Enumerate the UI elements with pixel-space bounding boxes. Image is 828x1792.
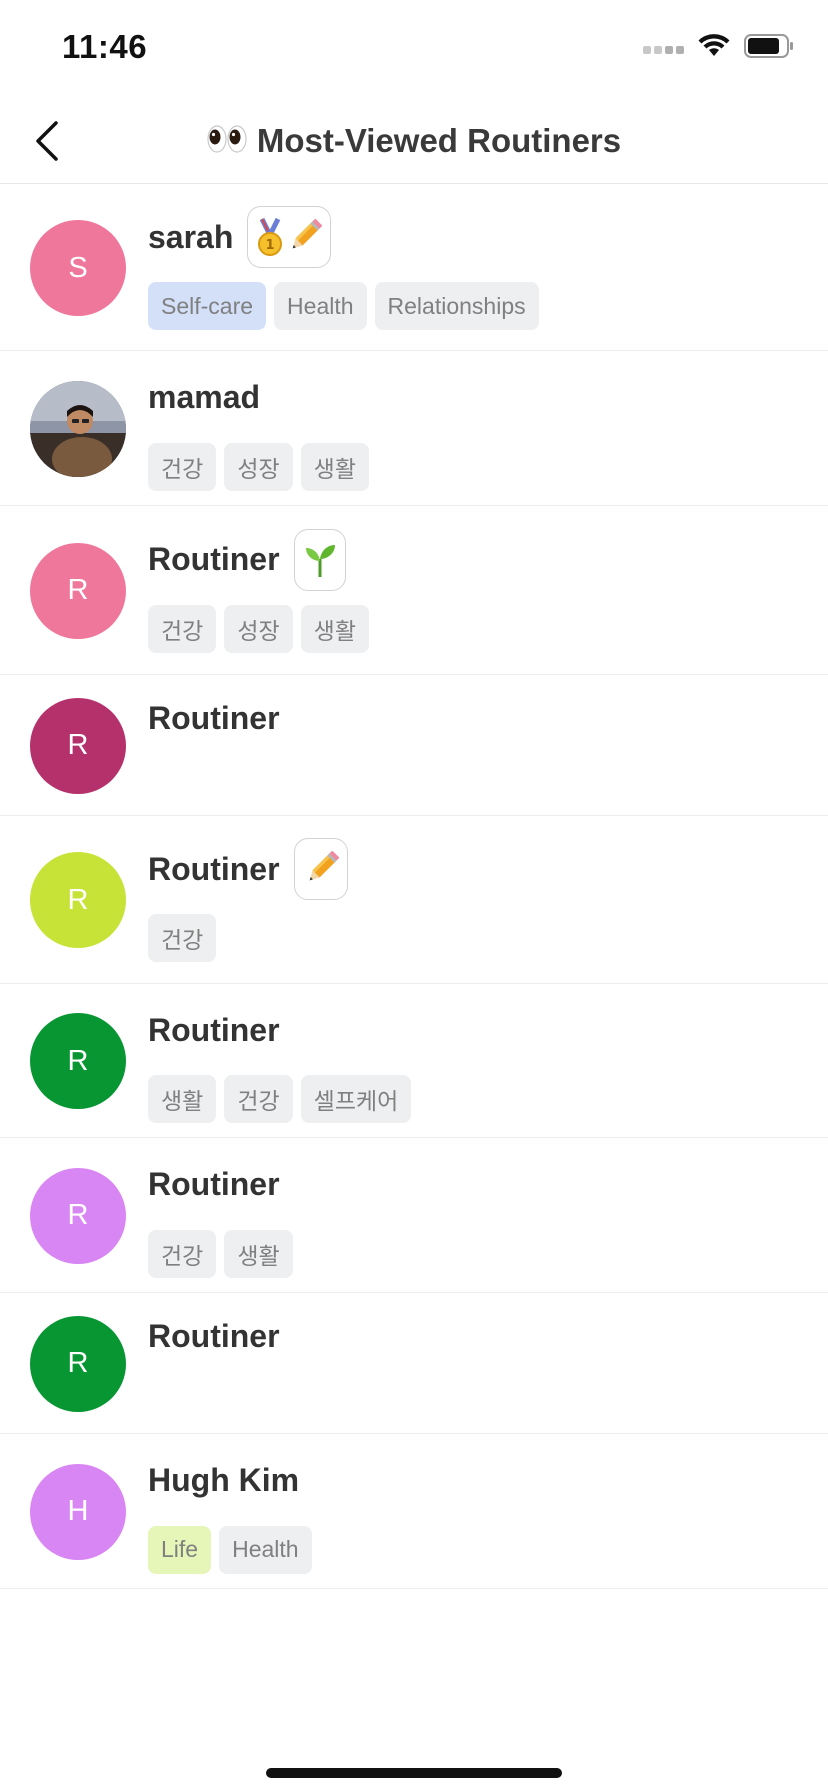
routiner-row[interactable]: mamad 건강 성장 생활 — [0, 351, 828, 506]
routiner-name: Routiner — [148, 1318, 280, 1354]
tag-list: 생활 건강 셀프케어 — [148, 1075, 808, 1123]
status-bar: 11:46 — [0, 0, 828, 100]
routiner-name: Routiner — [148, 850, 280, 887]
routiner-row[interactable]: R Routiner 건강 생활 — [0, 1138, 828, 1293]
routiner-row[interactable]: R Routiner — [0, 675, 828, 816]
tag-chip[interactable]: 건강 — [148, 914, 217, 962]
page-title-container: Most-Viewed Routiners — [0, 122, 828, 162]
avatar[interactable]: R — [30, 542, 126, 639]
routiner-info: Routiner 건강 생활 — [148, 1154, 808, 1278]
tag-chip[interactable]: 건강 — [148, 1229, 217, 1278]
tag-chip[interactable]: Relationships — [374, 282, 539, 330]
name-line: mamad — [148, 367, 808, 429]
tag-chip[interactable]: 생활 — [300, 604, 369, 653]
tag-chip[interactable]: Health — [274, 282, 367, 330]
routiner-info: Routiner 생활 건강 셀프케어 — [148, 999, 808, 1123]
badge-box: 1 — [247, 206, 332, 268]
pencil-icon — [286, 219, 323, 255]
navigation-bar: Most-Viewed Routiners — [0, 100, 828, 184]
routiner-name: Routiner — [148, 1011, 280, 1048]
tag-list: 건강 성장 생활 — [148, 604, 808, 653]
tag-chip[interactable]: Self-care — [148, 282, 267, 330]
routiner-info: sarah 1 Self-care Health Relationships — [148, 206, 808, 330]
tag-chip[interactable]: 건강 — [224, 1075, 293, 1123]
routiner-info: Routiner — [148, 1306, 808, 1368]
routiner-info: Hugh Kim Life Health — [148, 1450, 808, 1574]
name-line: Routiner — [148, 838, 808, 900]
avatar[interactable]: R — [30, 1167, 126, 1264]
badge-box — [293, 528, 346, 591]
routiner-name: Routiner — [148, 700, 280, 736]
seedling-icon — [303, 541, 337, 579]
badge-box — [293, 838, 348, 900]
home-indicator — [266, 1768, 562, 1778]
tag-list: 건강 성장 생활 — [148, 442, 808, 491]
name-line: Routiner — [148, 1306, 808, 1368]
cellular-signal-icon — [643, 38, 684, 54]
status-icons — [643, 34, 794, 58]
routiner-row[interactable]: R Routiner — [0, 1293, 828, 1434]
routiner-name: Hugh Kim — [148, 1462, 300, 1498]
name-line: sarah 1 — [148, 206, 808, 268]
status-time: 11:46 — [62, 28, 148, 65]
tag-chip[interactable]: 성장 — [224, 442, 293, 491]
name-line: Routiner — [148, 999, 808, 1061]
tag-chip[interactable]: 생활 — [148, 1075, 217, 1123]
tag-list: 건강 — [148, 914, 808, 962]
routiner-name: Routiner — [148, 1166, 280, 1202]
page-title: Most-Viewed Routiners — [256, 122, 622, 159]
name-line: Routiner — [148, 1154, 808, 1216]
routiner-row[interactable]: H Hugh Kim Life Health — [0, 1434, 828, 1589]
routiner-row[interactable]: R Routiner 생활 건강 셀프케어 — [0, 984, 828, 1138]
avatar[interactable]: R — [30, 1315, 126, 1412]
name-line: Routiner — [148, 688, 808, 750]
eyes-icon — [207, 124, 247, 162]
tag-list: Self-care Health Relationships — [148, 282, 808, 330]
svg-text:1: 1 — [266, 238, 275, 253]
tag-chip[interactable]: 셀프케어 — [300, 1075, 412, 1123]
routiner-row[interactable]: R Routiner 건강 성장 생활 — [0, 506, 828, 675]
routiner-row[interactable]: Ssarah 1 Self-care Health Relationships — [0, 185, 828, 351]
avatar[interactable]: R — [30, 697, 126, 794]
avatar[interactable] — [30, 380, 126, 477]
routiner-info: Routiner 건강 — [148, 838, 808, 962]
medal-icon: 1 — [256, 217, 284, 257]
routiner-info: Routiner 건강 성장 생활 — [148, 528, 808, 653]
avatar[interactable]: R — [30, 1013, 126, 1109]
tag-list: 건강 생활 — [148, 1229, 808, 1278]
routiner-info: Routiner — [148, 688, 808, 750]
routiner-row[interactable]: R Routiner 건강 — [0, 816, 828, 984]
tag-chip[interactable]: 생활 — [224, 1229, 293, 1278]
tag-chip[interactable]: Health — [219, 1525, 312, 1574]
pencil-icon — [303, 851, 339, 887]
routiner-name: Routiner — [148, 541, 280, 577]
routiner-name: sarah — [148, 218, 234, 255]
wifi-icon — [698, 34, 730, 58]
tag-chip[interactable]: 건강 — [148, 442, 217, 491]
routiner-name: mamad — [148, 379, 261, 415]
routiner-info: mamad 건강 성장 생활 — [148, 367, 808, 491]
name-line: Hugh Kim — [148, 1450, 808, 1512]
battery-icon — [744, 34, 794, 58]
tag-chip[interactable]: 성장 — [224, 604, 293, 653]
tag-chip[interactable]: 생활 — [300, 442, 369, 491]
tag-list: Life Health — [148, 1525, 808, 1574]
name-line: Routiner — [148, 528, 808, 591]
avatar[interactable]: H — [30, 1463, 126, 1560]
avatar[interactable]: S — [30, 220, 126, 316]
tag-chip[interactable]: 건강 — [148, 604, 217, 653]
routiner-list: Ssarah 1 Self-care Health Relationships mamad… — [0, 185, 828, 1589]
avatar[interactable]: R — [30, 852, 126, 948]
avatar-photo — [30, 380, 126, 477]
tag-chip[interactable]: Life — [148, 1525, 212, 1574]
